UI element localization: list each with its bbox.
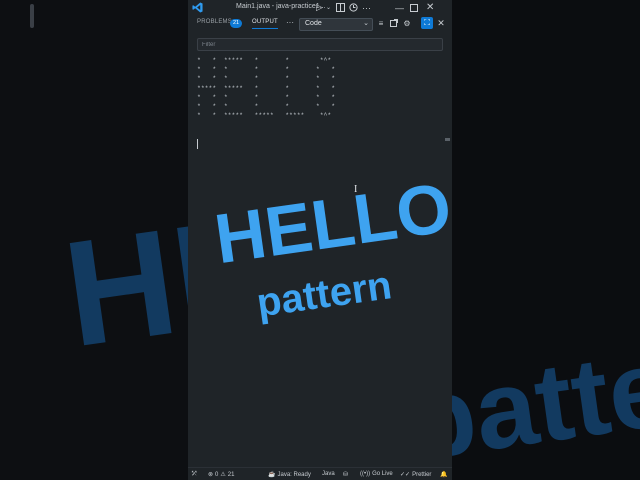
problems-count-badge: 21 (230, 19, 243, 28)
minimize-icon[interactable]: — (395, 1, 404, 14)
error-icon: ⊗ (208, 472, 214, 478)
output-channel-select[interactable]: Code ⌄ (299, 18, 373, 31)
java-status[interactable]: ☕ Java: Ready (268, 471, 311, 479)
notifications-bell-icon[interactable]: 🔔 (440, 471, 447, 478)
vscode-logo-icon (192, 2, 203, 13)
warning-icon: ⚠ (220, 472, 226, 478)
tab-problems[interactable]: PROBLEMS (197, 19, 232, 25)
chevron-down-icon: ⌄ (363, 20, 369, 27)
go-live-button[interactable]: ((•)) Go Live (360, 471, 393, 477)
broadcast-icon: ((•)) (360, 471, 371, 477)
filter-box (197, 38, 443, 51)
more-actions-icon[interactable]: ··· (362, 1, 371, 14)
panel-more-icon[interactable]: ··· (286, 18, 294, 27)
double-check-icon: ✓✓ (400, 472, 411, 478)
text-cursor (197, 139, 198, 149)
close-panel-icon[interactable]: ✕ (435, 17, 447, 29)
open-in-editor-icon[interactable] (388, 17, 400, 29)
output-scrollbar[interactable] (445, 138, 450, 141)
settings-gear-icon[interactable]: ⚙ (401, 17, 413, 29)
split-editor-icon[interactable] (336, 1, 345, 14)
left-background: HELLO (0, 0, 188, 480)
maximize-icon[interactable] (410, 1, 418, 14)
maximize-panel-icon[interactable]: ⛶ (421, 17, 433, 29)
title-bar: Main1.java - java-practice1... ▷ ⌄ ··· —… (188, 0, 452, 15)
go-live-label: Go Live (372, 471, 393, 477)
window-title: Main1.java - java-practice1... (236, 3, 326, 10)
clear-output-icon[interactable]: ≡ (375, 17, 387, 29)
java-status-label: Java: Ready (277, 471, 311, 478)
output-text: * * ***** * * *^* * * * * * * * * * * * … (197, 57, 336, 120)
tab-output[interactable]: OUTPUT (252, 19, 278, 29)
close-window-icon[interactable]: ✕ (426, 1, 434, 14)
filter-input[interactable] (198, 39, 440, 50)
run-icon[interactable]: ▷ (316, 1, 323, 14)
compare-changes-icon[interactable] (349, 1, 358, 14)
warning-count: 21 (227, 471, 235, 478)
language-mode[interactable]: Java (322, 471, 335, 477)
copilot-icon[interactable]: ⛁ (343, 471, 348, 478)
background-pattern-text: pattern (452, 310, 640, 480)
error-count: 0 (215, 471, 219, 478)
remote-connection-icon[interactable]: ⤱ (192, 471, 197, 478)
right-background: pattern (452, 0, 640, 480)
output-channel-value: Code (305, 20, 322, 27)
status-bar: ⤱ ⊗ 0 ⚠ 21 ☕ Java: Ready Java ⛁ ((•)) Go… (188, 467, 452, 480)
side-handle (30, 4, 34, 28)
problems-status[interactable]: ⊗ 0 ⚠ 21 (208, 471, 235, 479)
run-dropdown-chevron-icon[interactable]: ⌄ (326, 1, 331, 14)
background-hello-text: HELLO (55, 141, 188, 379)
coffee-icon: ☕ (268, 472, 276, 478)
prettier-status[interactable]: ✓✓ Prettier (400, 471, 432, 479)
prettier-label: Prettier (412, 471, 432, 478)
